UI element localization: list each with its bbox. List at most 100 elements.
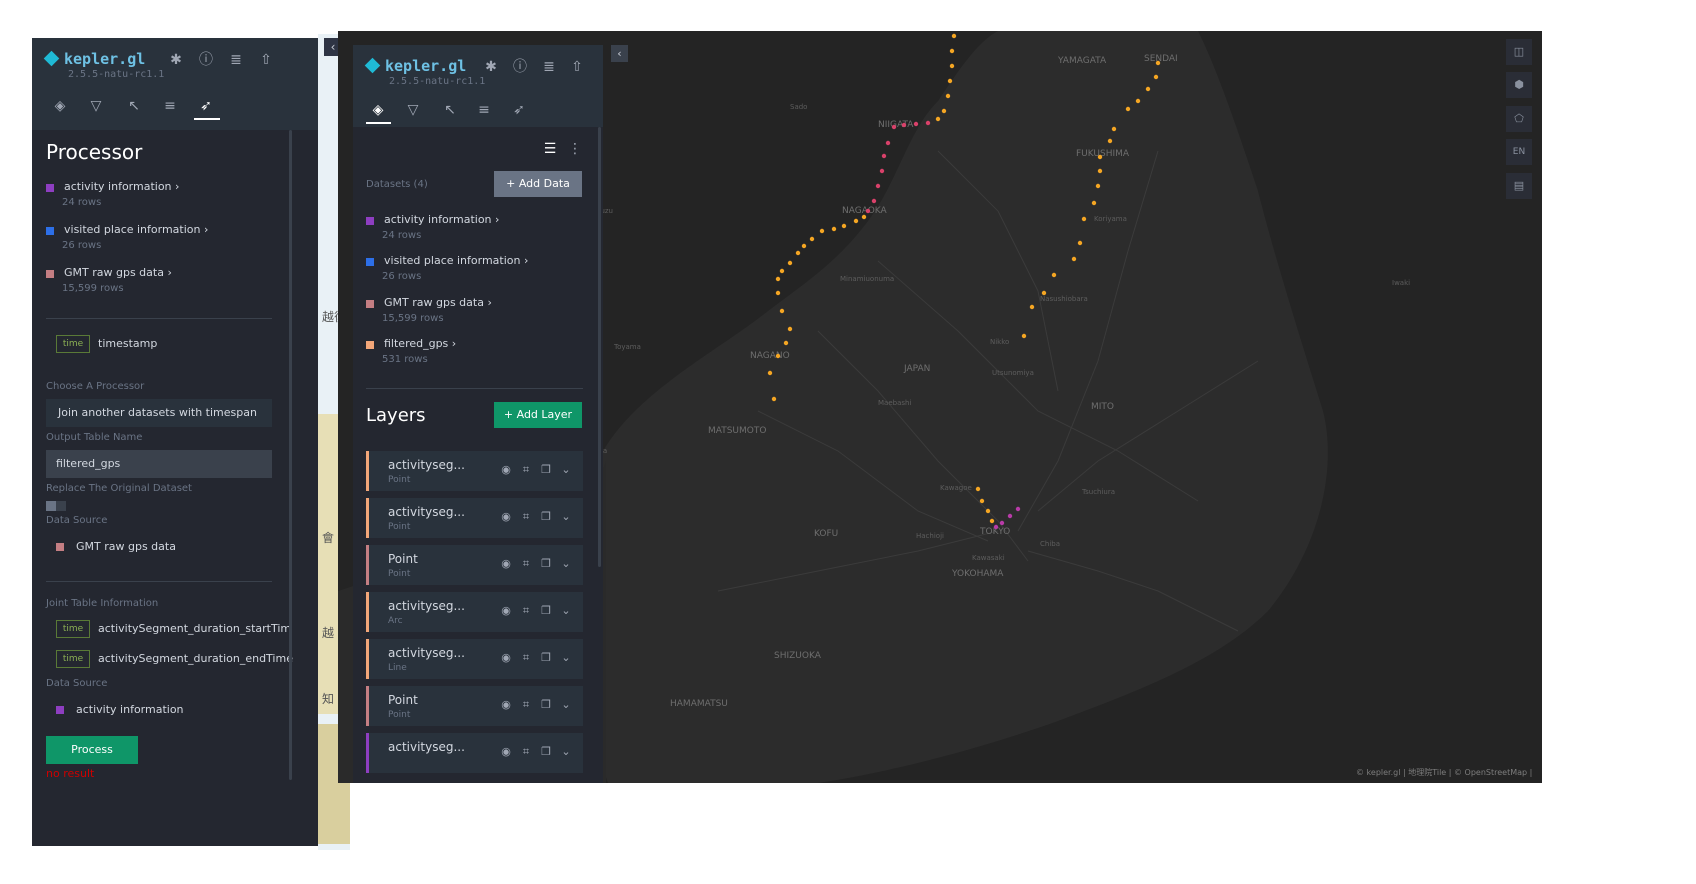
layer-name[interactable]: activityseg... xyxy=(388,599,465,613)
layer-name[interactable]: Point xyxy=(388,693,418,707)
chevron-down-icon[interactable]: ⌄ xyxy=(560,557,572,571)
bug-icon[interactable]: ✱ xyxy=(168,52,184,68)
database-icon[interactable]: ≣ xyxy=(228,52,244,68)
gps-point[interactable] xyxy=(1111,126,1117,132)
scrollbar[interactable] xyxy=(289,130,292,780)
gps-point[interactable] xyxy=(779,308,785,314)
gps-point[interactable] xyxy=(949,63,955,69)
gps-point[interactable] xyxy=(879,168,885,174)
locale-button[interactable]: EN xyxy=(1506,139,1532,165)
interaction-icon[interactable]: ↖ xyxy=(124,96,144,116)
visibility-icon[interactable]: ◉ xyxy=(500,698,512,712)
visibility-icon[interactable]: ◉ xyxy=(500,510,512,524)
filter-icon[interactable]: ▽ xyxy=(403,100,423,120)
info-icon[interactable]: ⓘ xyxy=(512,59,528,75)
legend-icon[interactable]: ▤ xyxy=(1506,173,1532,199)
interaction-icon[interactable]: ↖ xyxy=(440,100,460,120)
chevron-down-icon[interactable]: ⌄ xyxy=(560,463,572,477)
gps-point[interactable] xyxy=(783,340,789,346)
layer-card[interactable]: activityseg... Point ◉ ⌗ ❐ ⌄ xyxy=(366,498,583,538)
duplicate-icon[interactable]: ❐ xyxy=(540,604,552,618)
dataset-name[interactable]: activity information › xyxy=(64,180,179,193)
gps-point[interactable] xyxy=(1097,168,1103,174)
3d-view-icon[interactable]: ⬢ xyxy=(1506,72,1532,98)
gps-point[interactable] xyxy=(945,93,951,99)
layer-card[interactable]: activityseg... ◉ ⌗ ❐ ⌄ xyxy=(366,733,583,773)
gps-point[interactable] xyxy=(989,518,995,524)
map-settings-icon[interactable]: ≡ xyxy=(474,100,494,120)
gps-point[interactable] xyxy=(1135,98,1141,104)
gps-point[interactable] xyxy=(935,116,941,122)
gps-point[interactable] xyxy=(1015,506,1021,512)
dataset-name[interactable]: GMT raw gps data › xyxy=(384,296,492,309)
edit-layer-icon[interactable]: ⌗ xyxy=(520,557,532,571)
tree-view-icon[interactable]: ⋮ xyxy=(567,141,583,157)
processor-icon[interactable]: ➶ xyxy=(509,100,529,120)
chevron-down-icon[interactable]: ⌄ xyxy=(560,745,572,759)
gps-point[interactable] xyxy=(771,396,777,402)
duplicate-icon[interactable]: ❐ xyxy=(540,745,552,759)
filter-icon[interactable]: ▽ xyxy=(86,96,106,116)
logo[interactable]: kepler.gl xyxy=(43,50,145,68)
gps-point[interactable] xyxy=(941,108,947,114)
gps-point[interactable] xyxy=(871,198,877,204)
gps-point[interactable] xyxy=(841,223,847,229)
gps-point[interactable] xyxy=(861,214,867,220)
add-data-button[interactable]: + Add Data xyxy=(494,171,582,197)
dataset-name[interactable]: filtered_gps › xyxy=(384,337,456,350)
database-icon[interactable]: ≣ xyxy=(541,59,557,75)
gps-point[interactable] xyxy=(831,226,837,232)
processor-icon[interactable]: ➶ xyxy=(196,96,216,116)
gps-point[interactable] xyxy=(951,33,957,39)
edit-layer-icon[interactable]: ⌗ xyxy=(520,651,532,665)
gps-point[interactable] xyxy=(1091,200,1097,206)
gps-point[interactable] xyxy=(885,140,891,146)
gps-point[interactable] xyxy=(767,370,773,376)
layers-icon[interactable]: ◈ xyxy=(50,96,70,116)
gps-point[interactable] xyxy=(1007,513,1013,519)
gps-point[interactable] xyxy=(913,121,919,127)
gps-point[interactable] xyxy=(985,508,991,514)
logo[interactable]: kepler.gl xyxy=(364,57,466,75)
gps-point[interactable] xyxy=(993,524,999,530)
add-layer-button[interactable]: + Add Layer xyxy=(494,402,582,428)
duplicate-icon[interactable]: ❐ xyxy=(540,510,552,524)
layer-card[interactable]: activityseg... Line ◉ ⌗ ❐ ⌄ xyxy=(366,639,583,679)
edit-layer-icon[interactable]: ⌗ xyxy=(520,698,532,712)
gps-point[interactable] xyxy=(1153,74,1159,80)
gps-point[interactable] xyxy=(1077,240,1083,246)
dataset-name[interactable]: visited place information › xyxy=(384,254,528,267)
gps-point[interactable] xyxy=(881,153,887,159)
gps-point[interactable] xyxy=(1071,256,1077,262)
gps-point[interactable] xyxy=(775,276,781,282)
gps-point[interactable] xyxy=(891,124,897,130)
share-icon[interactable]: ⇧ xyxy=(258,52,274,68)
gps-point[interactable] xyxy=(999,520,1005,526)
gps-point[interactable] xyxy=(901,122,907,128)
layer-name[interactable]: activityseg... xyxy=(388,646,465,660)
gps-point[interactable] xyxy=(1021,333,1027,339)
layers-icon[interactable]: ◈ xyxy=(368,100,388,120)
chevron-down-icon[interactable]: ⌄ xyxy=(560,651,572,665)
edit-layer-icon[interactable]: ⌗ xyxy=(520,604,532,618)
layer-name[interactable]: Point xyxy=(388,552,418,566)
dataset-name[interactable]: GMT raw gps data › xyxy=(64,266,172,279)
gps-point[interactable] xyxy=(795,250,801,256)
info-icon[interactable]: ⓘ xyxy=(198,52,214,68)
duplicate-icon[interactable]: ❐ xyxy=(540,463,552,477)
draw-polygon-icon[interactable]: ⬠ xyxy=(1506,106,1532,132)
edit-layer-icon[interactable]: ⌗ xyxy=(520,463,532,477)
gps-point[interactable] xyxy=(1081,216,1087,222)
gps-point[interactable] xyxy=(853,218,859,224)
gps-point[interactable] xyxy=(947,78,953,84)
gps-point[interactable] xyxy=(979,498,985,504)
output-table-input[interactable]: filtered_gps xyxy=(46,450,272,478)
layer-card[interactable]: Point Point ◉ ⌗ ❐ ⌄ xyxy=(366,686,583,726)
layer-name[interactable]: activityseg... xyxy=(388,505,465,519)
gps-point[interactable] xyxy=(1155,60,1161,66)
gps-point[interactable] xyxy=(819,228,825,234)
gps-point[interactable] xyxy=(1041,290,1047,296)
share-icon[interactable]: ⇧ xyxy=(569,59,585,75)
map-settings-icon[interactable]: ≡ xyxy=(160,96,180,116)
gps-point[interactable] xyxy=(1051,272,1057,278)
